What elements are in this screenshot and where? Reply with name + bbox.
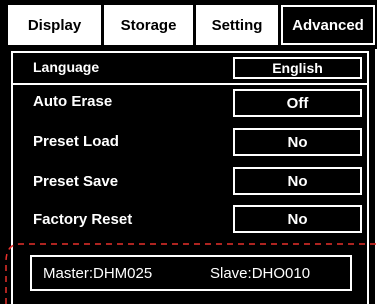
tab-display[interactable]: Display [8,5,101,45]
factory-reset-label: Factory Reset [33,211,133,228]
device-status-bar: Master:DHM025 Slave:DHO010 [30,255,352,291]
preset-load-button[interactable]: No [233,128,362,156]
language-select[interactable]: English [233,57,362,79]
slave-device-label: Slave:DHO010 [210,265,311,282]
preset-save-label: Preset Save [33,173,119,190]
row-divider [11,83,369,85]
settings-panel: Display Storage Setting Advanced Languag… [0,0,377,304]
auto-erase-toggle[interactable]: Off [233,89,362,117]
preset-save-button[interactable]: No [233,167,362,195]
tab-bar: Display Storage Setting Advanced [0,0,377,49]
tab-advanced[interactable]: Advanced [281,5,375,45]
factory-reset-button[interactable]: No [233,205,362,233]
master-device-label: Master:DHM025 [43,265,153,282]
auto-erase-label: Auto Erase [33,93,113,110]
tab-setting[interactable]: Setting [196,5,278,45]
tab-storage[interactable]: Storage [104,5,193,45]
preset-load-label: Preset Load [33,133,119,150]
language-label: Language [33,59,100,75]
